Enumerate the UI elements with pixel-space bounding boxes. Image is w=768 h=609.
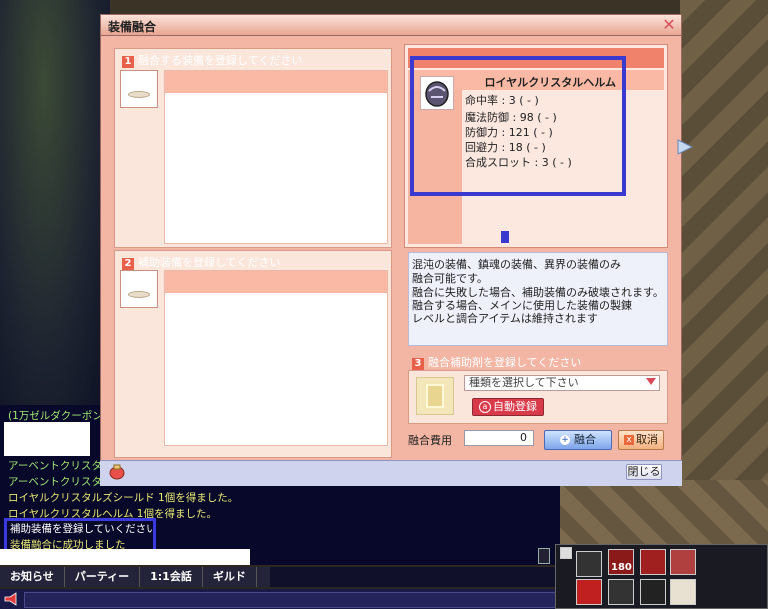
main-equip-list-row[interactable] (165, 71, 387, 93)
chat-redacted-block (4, 422, 90, 456)
slot-placeholder-icon (128, 91, 150, 98)
sub-equip-list[interactable] (164, 270, 388, 446)
sub-equip-list-row[interactable] (165, 271, 387, 293)
game-background-left (0, 0, 110, 420)
skillbar-toggle-icon[interactable] (560, 547, 572, 559)
chat-line: (1万ゼルダクーポン (8, 410, 103, 422)
chat-line: ロイヤルクリスタルズシールド 1個を得ました。 (8, 492, 239, 504)
skill-slot[interactable] (576, 579, 602, 605)
close-icon[interactable]: ✕ (661, 17, 677, 33)
skill-slot[interactable] (640, 579, 666, 605)
dialog-footer (100, 460, 682, 486)
support-header-text: 融合補助剤を登録してください (428, 356, 582, 369)
main-equip-slot[interactable] (120, 70, 158, 108)
plus-icon: + (560, 435, 570, 445)
item-highlight-box (410, 56, 626, 196)
chat-tab-guild[interactable]: ギルド (203, 567, 257, 587)
close-small-icon: x (624, 435, 634, 445)
support-header: 3 融合補助剤を登録してください (412, 354, 581, 370)
dialog-title: 装備融合 (108, 20, 157, 34)
skill-slot[interactable] (576, 551, 602, 577)
section-number: 2 (122, 258, 134, 270)
skill-slot-count: 180 (611, 562, 632, 573)
megaphone-icon[interactable] (3, 591, 19, 607)
game-background-floor (560, 480, 768, 550)
chat-tab-whisper[interactable]: 1:1会話 (140, 567, 203, 587)
chevron-down-icon[interactable] (646, 378, 656, 385)
expand-arrow-icon[interactable] (676, 138, 694, 156)
chat-tabs-filler (270, 567, 560, 587)
skill-slot[interactable] (670, 579, 696, 605)
game-background-tiles (680, 0, 768, 545)
auto-register-button[interactable]: a 自動登録 (472, 398, 544, 416)
main-equip-header: 1 融合する装備を登録してください (122, 52, 302, 68)
support-placeholder-icon (426, 384, 444, 408)
skill-bar: 180 (555, 544, 768, 609)
fee-field: 0 (464, 430, 534, 446)
sub-equip-slot[interactable] (120, 270, 158, 308)
chat-tab-notice[interactable]: お知らせ (0, 567, 65, 587)
cancel-button[interactable]: x 取消 (618, 430, 664, 450)
dialog-titlebar[interactable] (100, 14, 682, 36)
slot-placeholder-icon (128, 291, 150, 298)
chat-tab-party[interactable]: パーティー (65, 567, 141, 587)
chat-tabs: お知らせ パーティー 1:1会話 ギルド (0, 567, 270, 587)
cancel-button-label: 取消 (636, 433, 658, 446)
main-equip-header-text: 融合する装備を登録してください (138, 54, 303, 67)
auto-register-label: 自動登録 (493, 400, 537, 413)
info-line: レベルと調合アイテムは維持されます (412, 312, 598, 325)
sub-equip-header-text: 補助装備を登録してください (138, 256, 281, 269)
chat-line: アーベントクリスタル (8, 460, 113, 472)
skill-slot[interactable]: 180 (608, 549, 634, 575)
chat-scroll-button[interactable] (538, 548, 550, 564)
type-select[interactable]: 種類を選択して下さい (464, 375, 660, 391)
skill-slot[interactable] (640, 549, 666, 575)
fuse-button[interactable]: + 融合 (544, 430, 612, 450)
main-equip-list[interactable] (164, 70, 388, 244)
skill-slot[interactable] (670, 549, 696, 575)
section-number: 3 (412, 358, 424, 370)
fee-label: 融合費用 (408, 434, 452, 447)
chat-redacted-block (0, 549, 250, 565)
fuse-button-label: 融合 (574, 433, 596, 446)
chat-input[interactable] (24, 592, 556, 608)
section-number: 1 (122, 56, 134, 68)
skill-slot[interactable] (608, 579, 634, 605)
auto-register-icon: a (479, 401, 491, 413)
item-scroll-thumb[interactable] (501, 231, 509, 243)
close-window-button[interactable]: 閉じる (626, 464, 662, 480)
sub-equip-header: 2 補助装備を登録してください (122, 254, 280, 270)
chat-line: アーベントクリスタル (8, 476, 113, 488)
bag-icon[interactable] (108, 462, 126, 480)
